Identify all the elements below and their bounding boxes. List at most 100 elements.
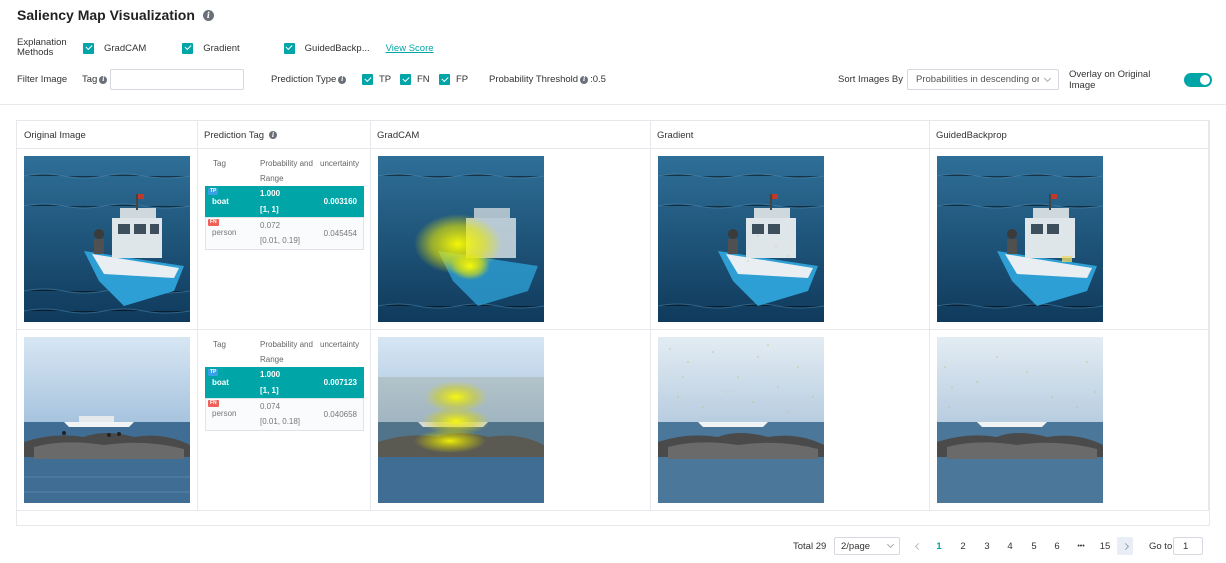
info-icon[interactable]: i [338, 75, 347, 84]
checkbox-fp[interactable]: FP [439, 69, 468, 90]
chevron-left-icon [914, 542, 922, 550]
info-icon[interactable]: i [99, 75, 108, 84]
col-guidedbackprop: GuidedBackprop [936, 129, 1007, 141]
sort-dropdown[interactable]: Probabilities in descending or [907, 69, 1059, 90]
filter-row: Filter Image Tag i Prediction Type i TP … [17, 68, 1212, 91]
info-icon[interactable]: i [202, 9, 214, 21]
prediction-tag: boat [212, 378, 229, 387]
fn-badge: FN [208, 219, 219, 226]
page-button-3[interactable]: 3 [980, 537, 994, 555]
page-button-2[interactable]: 2 [956, 537, 970, 555]
prediction-probability: 0.074 [260, 402, 281, 411]
checkbox-label: FN [417, 74, 430, 85]
page-size-select[interactable]: 2/page [834, 537, 900, 555]
view-score-link[interactable]: View Score [386, 43, 434, 54]
results-table: Original Image Prediction Tag i GradCAM … [16, 120, 1210, 526]
info-icon[interactable]: i [580, 75, 589, 84]
checkbox-checked-icon[interactable] [400, 74, 411, 85]
checkbox-fn[interactable]: FN [400, 69, 430, 90]
prediction-type-label: Prediction Type [271, 74, 337, 85]
prediction-probability: 0.072 [260, 221, 281, 230]
column-divider [929, 121, 930, 510]
checkbox-label: TP [379, 74, 392, 85]
row-divider [17, 510, 1209, 511]
prediction-row[interactable]: TP boat 1.000 [1, 1] 0.007123 [205, 367, 364, 398]
fn-badge: FN [208, 400, 219, 407]
pred-header-prob-line1: Probability and [260, 159, 313, 168]
guidedbackprop-image-boat[interactable] [937, 156, 1103, 322]
checkbox-checked-icon[interactable] [83, 42, 94, 54]
tag-input[interactable] [110, 69, 245, 90]
pred-header-prob-line1: Probability and [260, 340, 313, 349]
col-prediction-tag: Prediction Tag i [197, 121, 278, 149]
pred-header-tag: Tag [213, 159, 226, 168]
prediction-type-label-group: Prediction Type i [271, 69, 347, 90]
page-size-value: 2/page [841, 540, 871, 552]
checkbox-checked-icon[interactable] [439, 74, 450, 85]
prediction-uncertainty: 0.045454 [323, 229, 357, 238]
col-original-image: Original Image [24, 129, 86, 141]
table-header: Original Image Prediction Tag i GradCAM … [17, 121, 1209, 149]
column-divider [1208, 121, 1209, 510]
original-image-boat[interactable] [24, 156, 190, 322]
page-button-4[interactable]: 4 [1003, 537, 1017, 555]
tp-badge: TP [208, 188, 219, 195]
gradient-image-boat[interactable] [658, 156, 824, 322]
column-divider [650, 121, 651, 510]
checkbox-label: FP [456, 74, 469, 85]
prediction-range: [0.01, 0.19] [260, 236, 301, 245]
checkbox-checked-icon[interactable] [283, 42, 295, 54]
col-gradient: Gradient [657, 129, 694, 141]
checkbox-label: GuidedBackp... [304, 42, 370, 54]
probability-threshold-label: Probability Threshold [489, 74, 579, 85]
gradient-image-yacht[interactable] [658, 337, 824, 503]
prediction-uncertainty: 0.007123 [323, 378, 357, 387]
next-page-button[interactable] [1117, 537, 1133, 555]
tag-label: Tag [82, 74, 98, 85]
prediction-range: [0.01, 0.18] [260, 417, 301, 426]
guidedbackprop-image-yacht[interactable] [937, 337, 1103, 503]
checkbox-guidedbackprop[interactable]: GuidedBackp... [283, 42, 370, 54]
page-button-5[interactable]: 5 [1027, 537, 1041, 555]
page-button-1[interactable]: 1 [932, 537, 946, 555]
page-ellipsis[interactable]: ••• [1074, 537, 1088, 555]
checkbox-label: Gradient [203, 42, 240, 54]
gradcam-image-yacht[interactable] [378, 337, 544, 503]
gradcam-image-boat[interactable] [378, 156, 544, 322]
prediction-row[interactable]: FN person 0.072 [0.01, 0.19] 0.045454 [205, 217, 364, 250]
checkbox-checked-icon[interactable] [182, 42, 194, 54]
info-icon[interactable]: i [269, 131, 278, 139]
row-divider [17, 329, 1209, 330]
checkbox-checked-icon[interactable] [362, 74, 373, 85]
page-title-bar: Saliency Map Visualization i [17, 7, 214, 23]
checkbox-gradient[interactable]: Gradient [182, 42, 240, 54]
goto-page-input[interactable]: 1 [1173, 537, 1203, 555]
pred-header-prob: Probability and Range [260, 337, 320, 367]
pagination-total: Total 29 [793, 540, 827, 552]
original-image-yacht[interactable] [24, 337, 190, 503]
prediction-range: [1, 1] [260, 205, 279, 214]
tp-badge: TP [208, 369, 219, 376]
column-divider [197, 121, 198, 510]
prev-page-button[interactable] [911, 537, 925, 555]
column-divider [370, 121, 371, 510]
checkbox-gradcam[interactable]: GradCAM [83, 42, 146, 54]
chevron-right-icon [1121, 542, 1129, 550]
prediction-uncertainty: 0.003160 [323, 197, 357, 206]
page-button-15[interactable]: 15 [1098, 537, 1112, 555]
pred-header-uncertainty: uncertainty [320, 159, 360, 168]
sort-select[interactable]: Probabilities in descending or [907, 69, 1059, 90]
checkbox-tp[interactable]: TP [362, 69, 391, 90]
chevron-down-icon [1043, 74, 1052, 82]
prediction-row[interactable]: FN person 0.074 [0.01, 0.18] 0.040658 [205, 398, 364, 431]
overlay-toggle[interactable] [1184, 72, 1212, 87]
prediction-probability: 1.000 [260, 370, 281, 379]
overlay-label: Overlay on Original Image [1069, 68, 1151, 91]
prediction-uncertainty: 0.040658 [323, 410, 357, 419]
pred-header-tag: Tag [213, 340, 226, 349]
page-button-6[interactable]: 6 [1050, 537, 1064, 555]
prediction-tag-panel: Tag Probability and Range uncertainty TP … [205, 337, 364, 431]
explanation-methods-row: Explanation Methods GradCAM Gradient Gui… [17, 38, 434, 58]
prediction-probability: 1.000 [260, 189, 281, 198]
prediction-row[interactable]: TP boat 1.000 [1, 1] 0.003160 [205, 186, 364, 217]
